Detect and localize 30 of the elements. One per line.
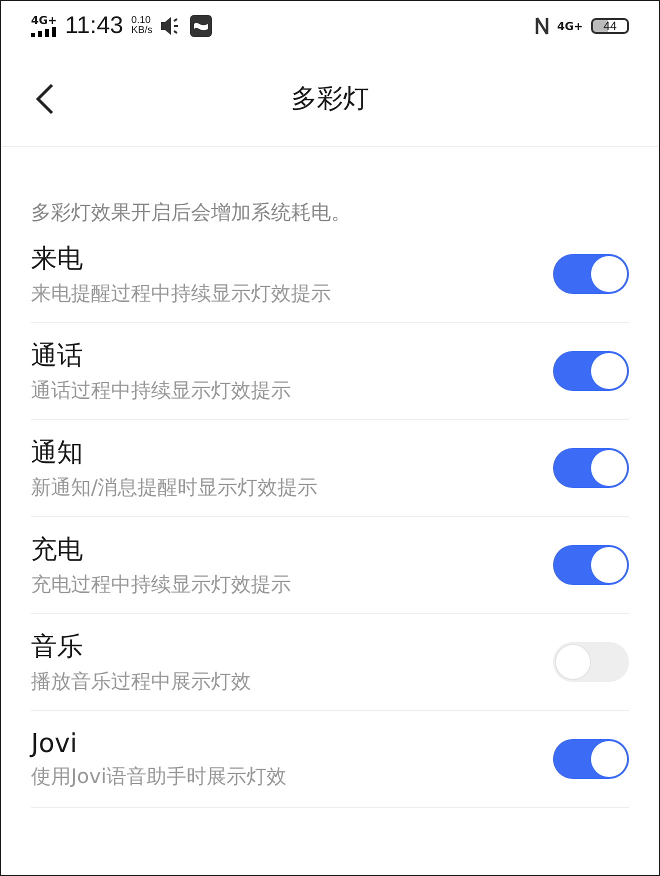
setting-description: 使用Jovi语音助手时展示灯效 [31, 762, 288, 790]
setting-description: 播放音乐过程中展示灯效 [31, 668, 252, 695]
toggle-switch[interactable] [553, 739, 629, 779]
toggle-switch[interactable] [553, 254, 629, 294]
toggle-switch[interactable] [553, 448, 629, 488]
toggle-switch[interactable] [553, 351, 629, 391]
clock-time: 11:43 [65, 12, 124, 40]
toggle-switch[interactable] [553, 545, 629, 585]
setting-description: 通话过程中持续显示灯效提示 [31, 377, 292, 404]
nfc-icon [535, 15, 550, 37]
setting-title: 充电 [31, 534, 84, 567]
setting-description: 新通知/消息提醒时显示灯效提示 [31, 474, 319, 501]
network-label: 4G+ [557, 20, 583, 32]
signal-icon [31, 27, 57, 37]
setting-description: 充电过程中持续显示灯效提示 [31, 571, 292, 598]
battery-level: 44 [591, 18, 629, 34]
speed-value: 0.10 [131, 16, 152, 26]
network-label: 4G+ [31, 15, 57, 26]
back-icon[interactable] [35, 83, 55, 115]
message-icon [190, 15, 212, 37]
setting-title: 来电 [31, 243, 84, 276]
setting-title: 通话 [31, 340, 84, 373]
setting-title: Jovi [31, 728, 78, 758]
setting-title: 通知 [31, 437, 84, 470]
setting-description: 来电提醒过程中持续显示灯效提示 [31, 280, 332, 307]
toggle-switch[interactable] [553, 642, 629, 682]
info-note: 多彩灯效果开启后会增加系统耗电。 [30, 199, 352, 226]
speed-unit: KB/s [131, 26, 152, 36]
setting-title: 音乐 [31, 631, 84, 664]
page-title: 多彩灯 [291, 83, 369, 116]
